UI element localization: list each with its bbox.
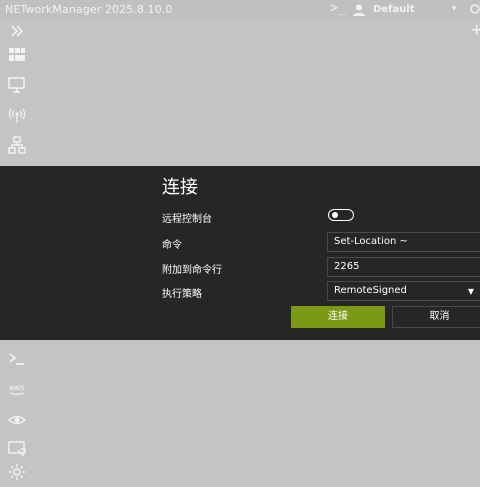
policy-label: 执行策略 [162, 289, 202, 300]
terminal-icon[interactable]: >_ [330, 1, 346, 16]
profile-selector[interactable]: Default [373, 4, 415, 15]
refresh-icon[interactable] [470, 3, 480, 15]
wifi-icon[interactable] [8, 106, 26, 124]
remote-console-label: 远程控制台 [162, 214, 212, 225]
command-value: Set-Location ~ [334, 236, 408, 247]
append-value: 2265 [334, 261, 360, 272]
svg-text:aws: aws [9, 383, 25, 392]
user-icon[interactable] [352, 3, 366, 17]
command-label: 命令 [162, 240, 182, 251]
chevron-down-icon: ▼ [467, 287, 474, 296]
network-interface-icon[interactable] [8, 76, 26, 94]
dialog-title: 连接 [162, 177, 198, 198]
append-label: 附加到命令行 [162, 265, 222, 276]
screen-cast-icon[interactable] [8, 440, 26, 458]
command-input[interactable]: Set-Location ~ [327, 232, 480, 252]
append-input[interactable]: 2265 [327, 257, 480, 277]
policy-select[interactable]: RemoteSigned ▼ [327, 281, 480, 301]
remote-console-toggle[interactable] [328, 209, 354, 221]
app-title: NETworkManager 2025.8.10.0 [5, 3, 173, 16]
dashboard-icon[interactable] [8, 46, 26, 64]
expand-icon[interactable] [8, 22, 26, 40]
title-bar: NETworkManager 2025.8.10.0 >_ Default ▾ [0, 0, 480, 20]
cancel-button[interactable]: 取消 [392, 306, 480, 328]
add-icon[interactable]: + [470, 20, 480, 39]
connect-button[interactable]: 连接 [291, 306, 385, 328]
toggle-knob [332, 212, 338, 218]
network-icon[interactable] [8, 136, 26, 154]
chevron-down-icon[interactable]: ▾ [452, 4, 457, 14]
aws-icon[interactable]: aws [8, 380, 26, 398]
policy-value: RemoteSigned [334, 285, 407, 296]
settings-icon[interactable] [8, 463, 26, 481]
eye-icon[interactable] [8, 411, 26, 429]
terminal-icon[interactable] [8, 350, 26, 368]
